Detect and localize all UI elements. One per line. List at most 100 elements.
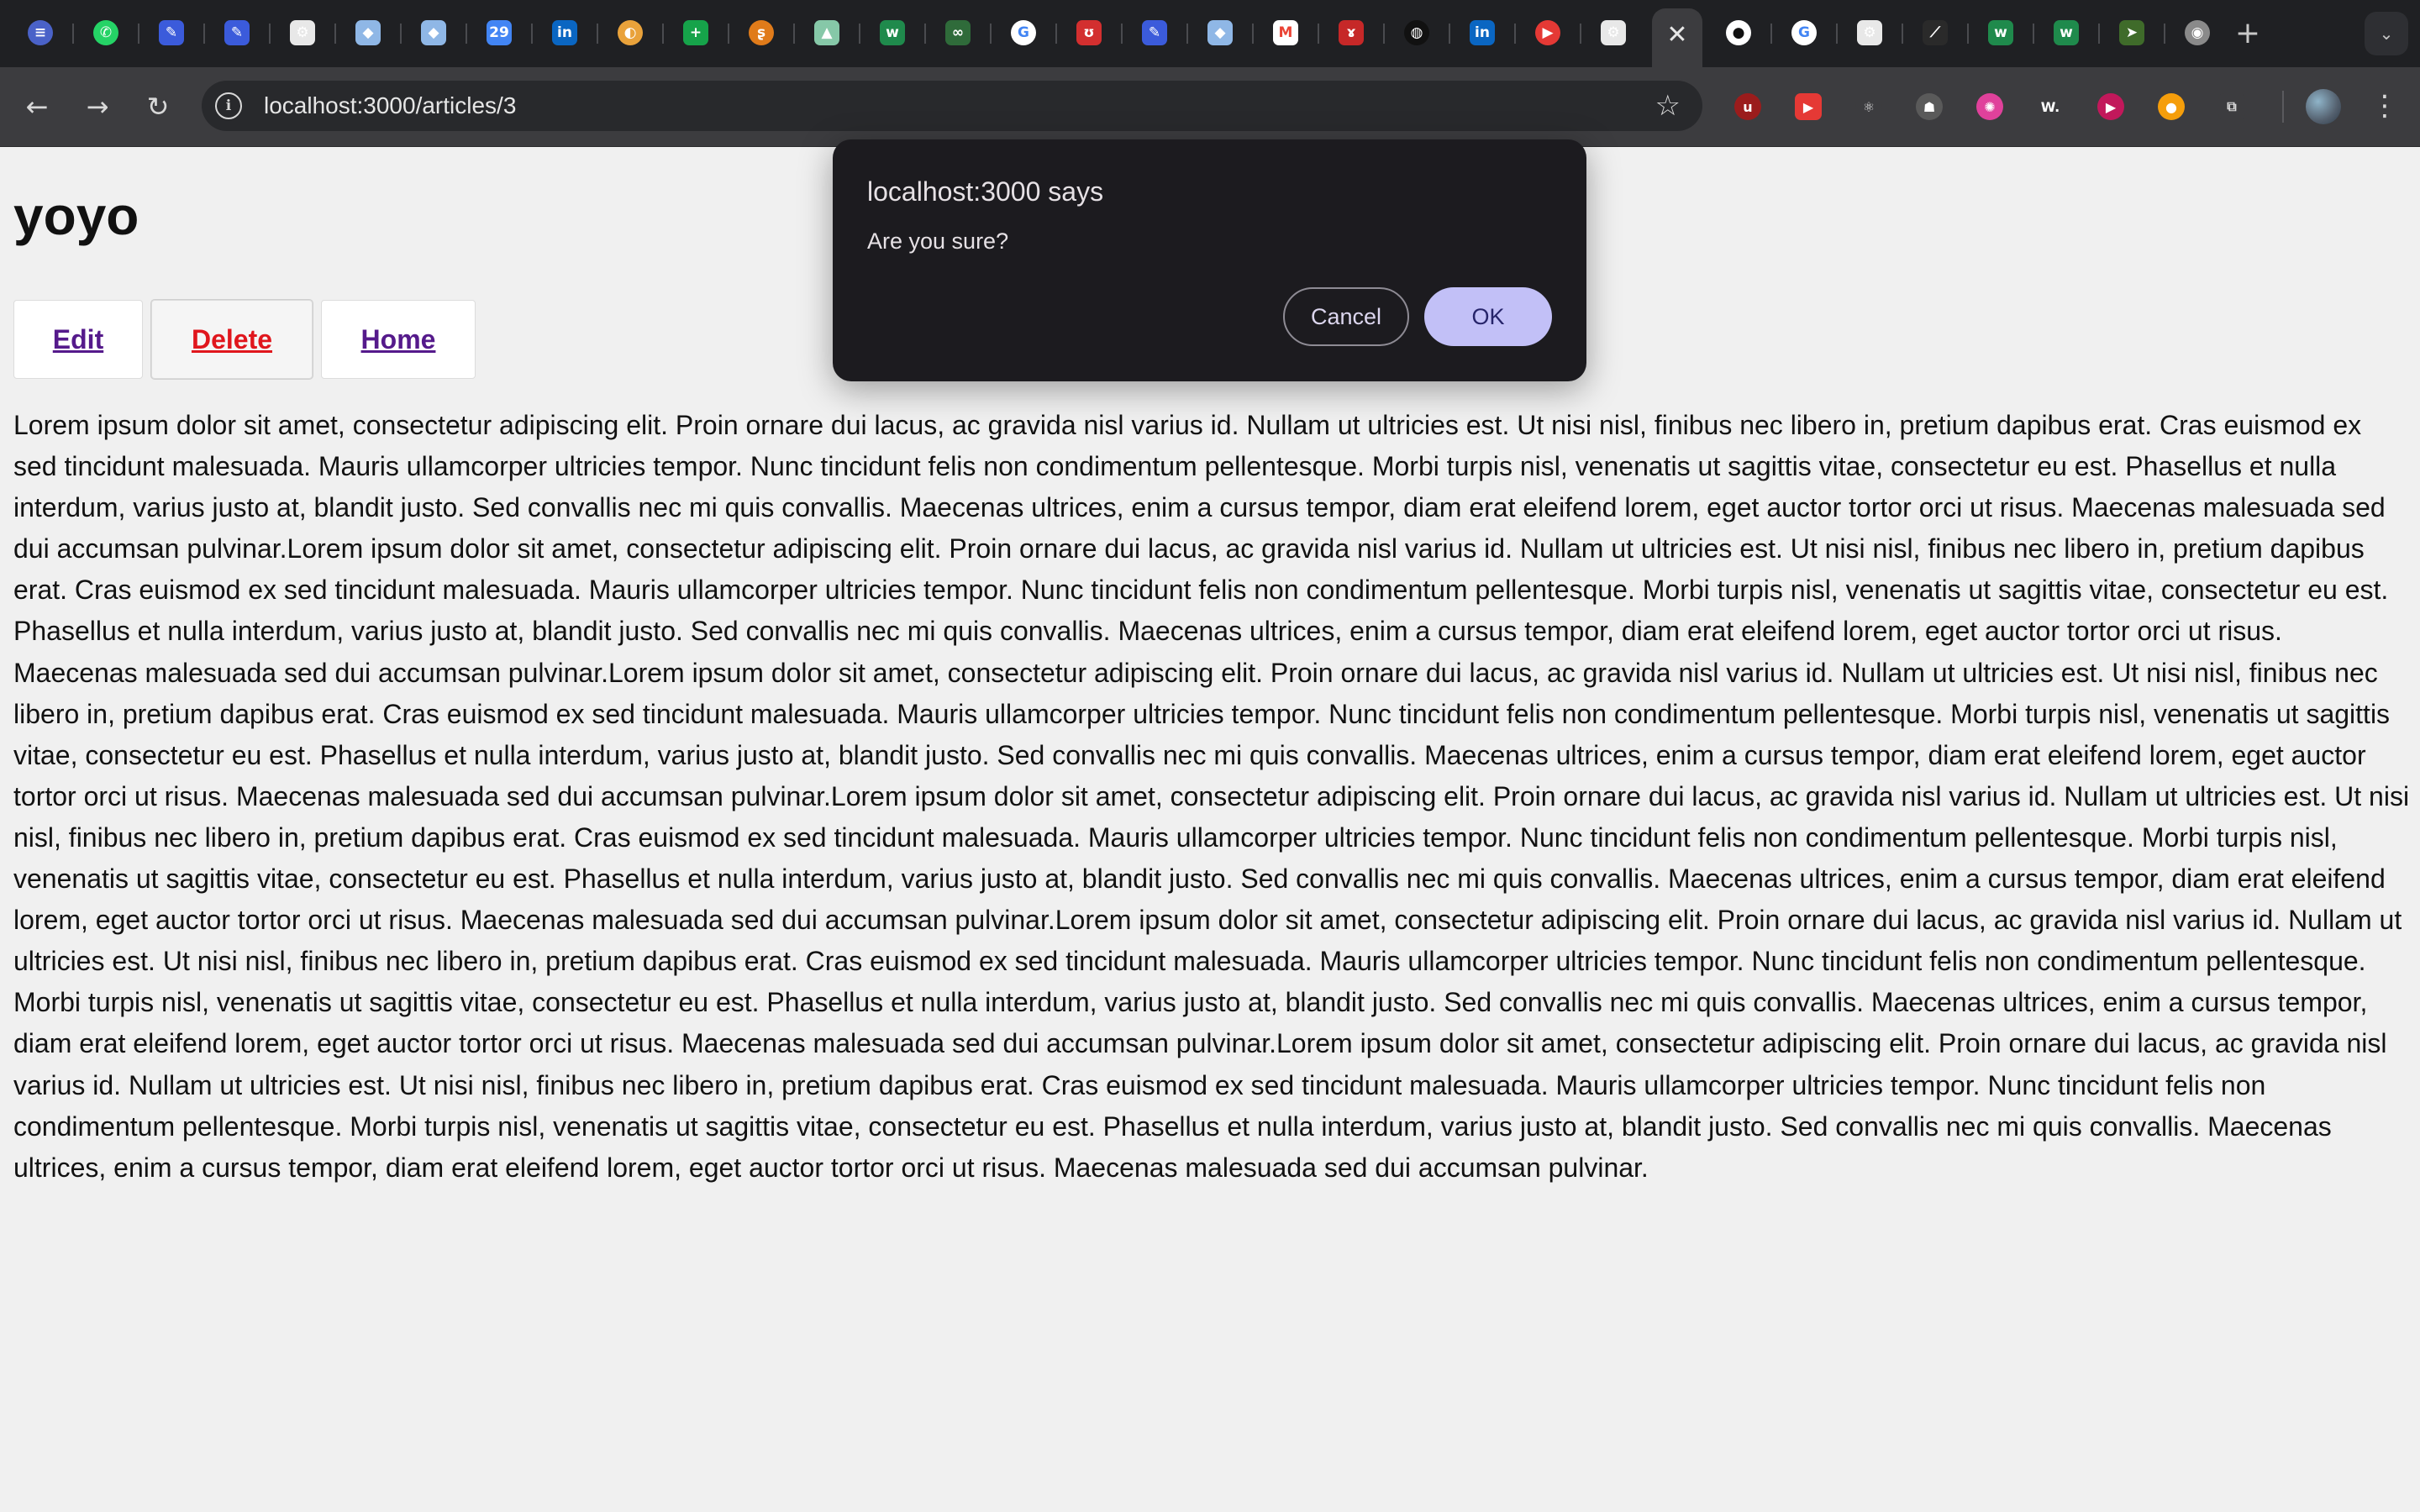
tab-linkedin-icon-2[interactable]: in [1464,14,1501,51]
pen-icon: ✎ [159,20,184,45]
delete-link[interactable]: Delete [151,300,313,379]
tab-mountain-icon[interactable]: ▲ [808,14,845,51]
chatgpt-icon: ◍ [1404,20,1429,45]
openai-icon-2: ⚙ [1601,20,1626,45]
tab-chrome-icon[interactable]: ◉ [2179,14,2216,51]
tab-pen-icon-3[interactable]: ✎ [1136,14,1173,51]
tab-openai-icon-2[interactable]: ⚙ [1595,14,1632,51]
close-tab-icon[interactable]: ✕ [1652,8,1702,60]
tab-sheets-plus-icon[interactable]: + [677,14,714,51]
profile-avatar[interactable] [2306,89,2341,124]
infinity-icon: ∞ [945,20,971,45]
extension-robot-icon[interactable]: ☗ [1914,92,1944,122]
browser-menu-icon[interactable]: ⋮ [2368,84,2402,128]
w-ext-icon: W. [2037,93,2064,120]
calendar-icon: 29 [487,20,512,45]
openai-icon-3: ⚙ [1857,20,1882,45]
puzzle-icon: ⧉ [2218,93,2245,120]
home-link[interactable]: Home [321,300,476,379]
tab-pen-icon-2[interactable]: ✎ [218,14,255,51]
tab-search-button[interactable]: ⌄ [2365,12,2408,55]
reload-icon: ↻ [146,91,170,123]
tab-separator [1514,24,1516,44]
mountain-icon: ▲ [814,20,839,45]
tab-sun-icon[interactable]: ◐ [612,14,649,51]
tab-separator [531,24,533,44]
tab-separator [1580,24,1581,44]
extension-youtube-ext-icon[interactable]: ▶ [1793,92,1823,122]
swirl-icon: ʂ [749,20,774,45]
tab-bird-icon[interactable]: ɤ [1333,14,1370,51]
youtube-play-icon: ▶ [1535,20,1560,45]
tab-whatsapp-icon[interactable]: ✆ [87,14,124,51]
extension-color-wheel-icon[interactable]: ✺ [1975,92,2005,122]
extension-capsule-icon[interactable]: ● [2156,92,2186,122]
tab-cursor-icon[interactable]: ➤ [2113,14,2150,51]
box-icon: ◆ [355,20,381,45]
tab-separator [1449,24,1450,44]
tab-openai-icon-3[interactable]: ⚙ [1851,14,1888,51]
active-tab[interactable]: ✕ [1652,8,1702,67]
tab-separator [1318,24,1319,44]
tab-github-icon[interactable]: ● [1720,14,1757,51]
ok-button[interactable]: OK [1424,287,1552,346]
tab-separator [1186,24,1188,44]
tab-swirl-icon[interactable]: ʂ [743,14,780,51]
youtube-ext-icon: ▶ [1795,93,1822,120]
cancel-button[interactable]: Cancel [1283,287,1409,346]
tab-linkedin-icon[interactable]: in [546,14,583,51]
tab-box-icon-3[interactable]: ◆ [1202,14,1239,51]
article-body: Lorem ipsum dolor sit amet, consectetur … [13,410,2410,1183]
tab-separator [1770,24,1772,44]
w-icon-2: w [1988,20,2013,45]
bookmark-star-icon[interactable]: ☆ [1655,81,1681,131]
tab-pen-icon[interactable]: ✎ [153,14,190,51]
tab-gmail-icon[interactable]: M [1267,14,1304,51]
mask-icon: ʊ [1076,20,1102,45]
tab-chatgpt-icon[interactable]: ◍ [1398,14,1435,51]
chevron-down-icon: ⌄ [2379,24,2394,44]
extension-react-icon[interactable]: ⚛ [1854,92,1884,122]
tab-google-icon[interactable]: G [1005,14,1042,51]
extension-w-ext-icon[interactable]: W. [2035,92,2065,122]
forward-button[interactable]: → [77,87,118,127]
tab-slash-icon[interactable]: ⟋ [1917,14,1954,51]
extension-play-circle-icon[interactable]: ▶ [2096,92,2126,122]
tab-box-icon-2[interactable]: ◆ [415,14,452,51]
tab-mask-icon[interactable]: ʊ [1071,14,1107,51]
tab-separator [597,24,598,44]
tab-separator [72,24,74,44]
tab-google-icon-2[interactable]: G [1786,14,1823,51]
tab-w-icon[interactable]: w [874,14,911,51]
back-arrow-icon: ← [25,91,49,123]
tab-calendar-icon[interactable]: 29 [481,14,518,51]
whatsapp-icon: ✆ [93,20,118,45]
tab-w-icon-2[interactable]: w [1982,14,2019,51]
tab-tab-icon-blue-circle[interactable]: ≡ [22,14,59,51]
ublock-icon: u [1734,93,1761,120]
tab-box-icon[interactable]: ◆ [350,14,387,51]
tab-youtube-play-icon[interactable]: ▶ [1529,14,1566,51]
tab-separator [990,24,992,44]
back-button[interactable]: ← [17,87,57,127]
dialog-title: localhost:3000 says [867,176,1104,207]
tab-separator [1836,24,1838,44]
new-tab-button[interactable]: + [2228,14,2267,53]
tab-separator [1967,24,1969,44]
tab-openai-icon[interactable]: ⚙ [284,14,321,51]
tab-separator [269,24,271,44]
tab-w-icon-3[interactable]: w [2048,14,2085,51]
extension-ublock-icon[interactable]: u [1733,92,1763,122]
tab-strip: ≡ ✆ ✎ ✎ ⚙ ◆ ◆ 29 in ◐ + ʂ ▲ w ∞ Gʊ ✎ ◆ Mɤ ◍ in ▶ ⚙ ✕ ● G ⚙ ⟋ w w ➤ ◉ … [0,0,2420,67]
site-info-icon[interactable]: i [215,92,242,119]
sheets-plus-icon: + [683,20,708,45]
address-bar[interactable]: i localhost:3000/articles/3 ☆ [202,81,1702,131]
extension-puzzle-icon[interactable]: ⧉ [2217,92,2247,122]
play-circle-icon: ▶ [2097,93,2124,120]
tab-infinity-icon[interactable]: ∞ [939,14,976,51]
w-icon-3: w [2054,20,2079,45]
google-icon: G [1011,20,1036,45]
url-text[interactable]: localhost:3000/articles/3 [264,81,516,131]
reload-button[interactable]: ↻ [138,87,178,127]
edit-link[interactable]: Edit [13,300,143,379]
